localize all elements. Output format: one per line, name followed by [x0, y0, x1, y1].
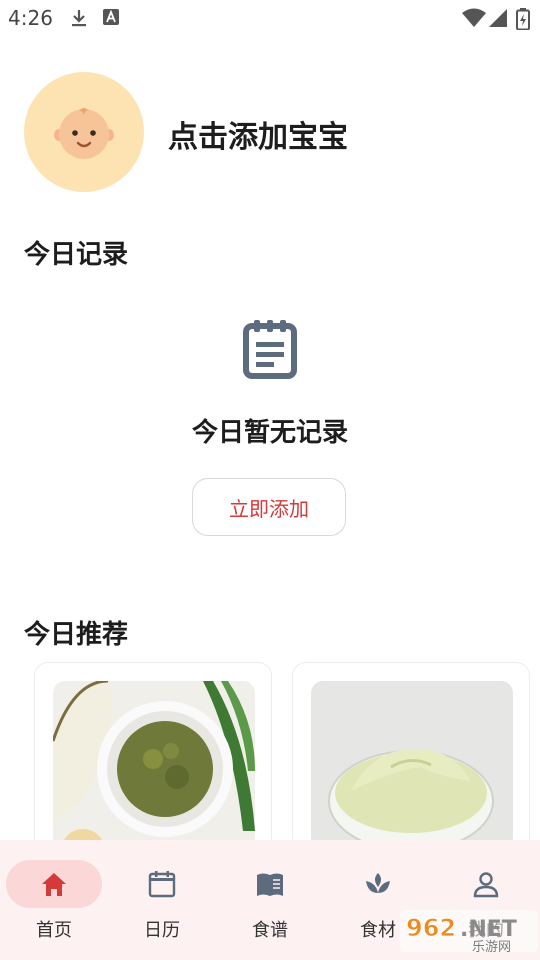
calendar-icon [148, 871, 176, 898]
recipe-card[interactable] [34, 662, 272, 862]
svg-text:962: 962 [406, 914, 456, 942]
recipe-card[interactable] [292, 662, 530, 862]
baby-avatar[interactable] [24, 72, 144, 192]
potato-puree-image [311, 681, 513, 861]
status-bar: 4:26 [0, 0, 540, 38]
sprout-icon [366, 873, 390, 893]
empty-record-text: 今日暂无记录 [191, 418, 348, 448]
notepad-icon [243, 320, 297, 379]
recommend-title: 今日推荐 [24, 620, 129, 650]
person-icon [473, 872, 499, 898]
battery-icon [516, 8, 530, 30]
add-record-button[interactable]: 立即添加 [192, 478, 346, 536]
font-icon [103, 9, 119, 25]
nav-calendar[interactable]: 日历 [108, 840, 216, 960]
status-time: 4:26 [8, 6, 53, 30]
nav-calendar-label: 日历 [144, 920, 180, 941]
nav-home[interactable]: 首页 [0, 840, 108, 960]
signal-icon [489, 9, 507, 27]
green-bean-puree-image [53, 681, 255, 861]
today-record-title: 今日记录 [24, 240, 129, 270]
wifi-icon [462, 8, 486, 27]
svg-text:.NET: .NET [460, 917, 517, 942]
watermark-logo: 962 .NET 乐游网 [400, 910, 538, 954]
nav-home-label: 首页 [36, 920, 72, 941]
nav-recipes[interactable]: 食谱 [216, 840, 324, 960]
nav-recipes-label: 食谱 [252, 920, 288, 941]
download-icon [72, 10, 86, 27]
home-icon [42, 873, 66, 896]
book-icon [257, 873, 283, 896]
svg-text:乐游网: 乐游网 [472, 940, 511, 954]
add-baby-label[interactable]: 点击添加宝宝 [168, 112, 348, 156]
baby-face-icon [54, 108, 114, 159]
